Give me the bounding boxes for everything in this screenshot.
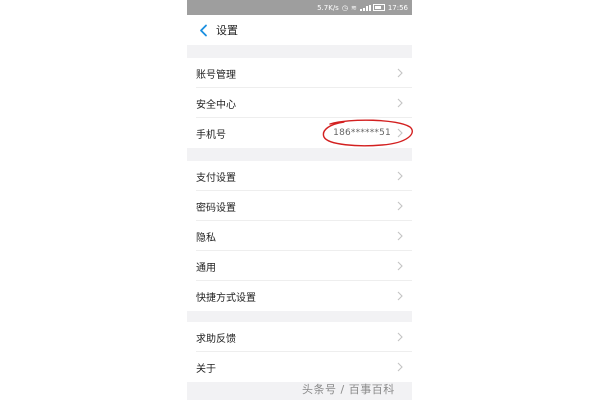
settings-item-label: 快捷方式设置 — [196, 292, 256, 304]
settings-item-label: 支付设置 — [196, 172, 236, 184]
wifi-icon: ≋ — [350, 3, 357, 12]
group-separator — [187, 148, 412, 161]
settings-item-phone[interactable]: 手机号 186******51 — [187, 118, 412, 148]
battery-icon — [372, 4, 385, 11]
settings-item-label: 安全中心 — [196, 99, 236, 111]
settings-item-label: 隐私 — [196, 232, 216, 244]
chevron-right-icon — [397, 362, 404, 372]
settings-item-label: 求助反馈 — [196, 333, 236, 345]
chevron-left-icon[interactable] — [194, 21, 212, 39]
chevron-right-icon — [397, 231, 404, 241]
chevron-right-icon — [397, 332, 404, 342]
settings-item-account[interactable]: 账号管理 — [187, 58, 412, 88]
phone-number-value: 186******51 — [333, 128, 391, 138]
settings-item-payment[interactable]: 支付设置 — [187, 161, 412, 191]
settings-item-security[interactable]: 安全中心 — [187, 88, 412, 118]
chevron-right-icon — [397, 201, 404, 211]
settings-item-label: 密码设置 — [196, 202, 236, 214]
settings-item-feedback[interactable]: 求助反馈 — [187, 322, 412, 352]
settings-item-label: 手机号 — [196, 129, 226, 141]
settings-item-label: 关于 — [196, 363, 216, 375]
watermark: 头条号 / 百事百科 — [302, 383, 395, 396]
phone-screen: 5.7K/s ◷ ≋ 17:56 设置 账号管理 安全中心 手机号 186***… — [187, 0, 412, 400]
signal-icon — [359, 4, 371, 11]
settings-item-password[interactable]: 密码设置 — [187, 191, 412, 221]
chevron-right-icon — [397, 261, 404, 271]
nav-header: 设置 — [187, 15, 412, 45]
chevron-right-icon — [397, 171, 404, 181]
settings-item-about[interactable]: 关于 — [187, 352, 412, 382]
alarm-icon: ◷ — [341, 3, 348, 12]
chevron-right-icon — [397, 98, 404, 108]
settings-item-label: 账号管理 — [196, 69, 236, 81]
chevron-right-icon — [397, 68, 404, 78]
settings-item-shortcuts[interactable]: 快捷方式设置 — [187, 281, 412, 311]
status-bar: 5.7K/s ◷ ≋ 17:56 — [187, 0, 412, 15]
page-title: 设置 — [216, 24, 238, 37]
network-speed: 5.7K/s — [317, 3, 339, 12]
settings-item-general[interactable]: 通用 — [187, 251, 412, 281]
status-time: 17:56 — [387, 3, 408, 12]
settings-item-label: 通用 — [196, 262, 216, 274]
settings-item-privacy[interactable]: 隐私 — [187, 221, 412, 251]
chevron-right-icon — [397, 128, 404, 138]
chevron-right-icon — [397, 291, 404, 301]
group-separator — [187, 45, 412, 58]
